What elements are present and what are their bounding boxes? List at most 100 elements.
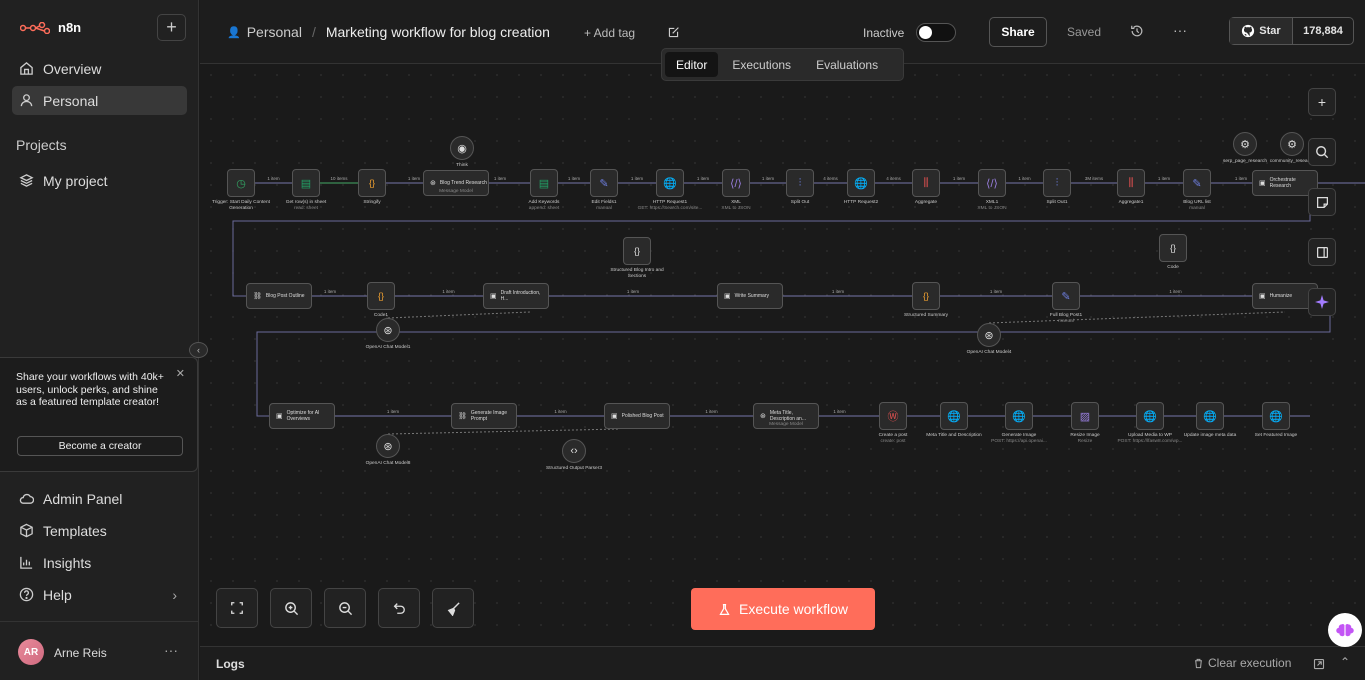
item-count-label: 1 item [1169, 289, 1182, 294]
brain-icon[interactable] [1328, 613, 1362, 647]
workflow-node[interactable]: ‹› [562, 439, 586, 463]
workflow-node[interactable]: ⟨/⟩ [722, 169, 750, 197]
user-menu[interactable]: AR Arne Reis ··· [0, 621, 198, 680]
node-title: Orchestrate Research [1269, 177, 1296, 189]
add-button[interactable]: + [157, 14, 186, 41]
workflow-node[interactable]: {} [623, 237, 651, 265]
workflow-node[interactable]: ▨ [1071, 402, 1099, 430]
logs-panel[interactable]: Logs Clear execution ⌃ [200, 646, 1365, 680]
item-count-label: 1 item [833, 409, 846, 414]
workflow-node[interactable]: ⟨/⟩ [978, 169, 1006, 197]
workflow-canvas[interactable]: 1 item 10 items 1 item 1 item 1 item 1 item 1 … [200, 64, 1365, 646]
view-tabs: Editor Executions Evaluations [661, 48, 904, 81]
workflow-node[interactable]: 🌐 [1196, 402, 1224, 430]
execute-workflow-button[interactable]: Execute workflow [691, 588, 875, 630]
logs-label[interactable]: Logs [216, 657, 245, 671]
workflow-node[interactable]: ⊛ [977, 323, 1001, 347]
node-title: HTTP Request2 [843, 200, 879, 205]
box-icon [20, 523, 33, 538]
add-tag-button[interactable]: + Add tag [584, 26, 635, 40]
more-icon[interactable]: ··· [164, 642, 178, 658]
close-icon[interactable]: ✕ [176, 367, 185, 380]
workflow-node[interactable]: ✎ [1183, 169, 1211, 197]
workflow-node[interactable]: ⚙ [1233, 132, 1257, 156]
workflow-node[interactable]: ⚙ [1280, 132, 1304, 156]
workflow-node[interactable]: ⫶ [786, 169, 814, 197]
workflow-node[interactable]: ▣ Optimize for AI Overviews [269, 403, 335, 429]
clear-execution-label: Clear execution [1208, 656, 1292, 670]
workflow-node[interactable]: ⊛ [376, 318, 400, 342]
panel-toggle-button[interactable] [1308, 238, 1336, 266]
nav-admin-panel[interactable]: Admin Panel [12, 484, 187, 513]
collapse-sidebar-button[interactable]: ‹ [189, 342, 208, 358]
project-my-project[interactable]: My project [12, 166, 187, 195]
node-title: Think [456, 163, 468, 168]
more-options-icon[interactable]: ··· [1173, 22, 1187, 38]
workflow-node[interactable]: {} [1159, 234, 1187, 262]
xml-icon: ⟨/⟩ [986, 177, 998, 190]
breadcrumb-project[interactable]: Personal [247, 24, 302, 40]
workflow-node[interactable]: ⛓ Generate Image Prompt [451, 403, 517, 429]
workflow-node[interactable]: 🌐 [847, 169, 875, 197]
workflow-node[interactable]: ⫼ [1117, 169, 1145, 197]
workflow-node[interactable]: {} [367, 282, 395, 310]
workflow-node[interactable]: 🌐 [940, 402, 968, 430]
search-nodes-button[interactable] [1308, 138, 1336, 166]
pen-icon: ✎ [599, 177, 609, 190]
workflow-node[interactable]: ⊛ [376, 434, 400, 458]
braces-icon: {} [368, 178, 375, 188]
nav-help[interactable]: Help › [12, 580, 187, 609]
workflow-node[interactable]: 🌐 [656, 169, 684, 197]
workflow-node[interactable]: 🌐 [1262, 402, 1290, 430]
workflow-name[interactable]: Marketing workflow for blog creation [326, 24, 550, 40]
workflow-node[interactable]: {} [912, 282, 940, 310]
workflow-node[interactable]: ▣ Write Summary [717, 283, 783, 309]
ai-assistant-button[interactable] [1308, 288, 1336, 316]
brand-logo[interactable]: n8n [20, 20, 81, 35]
fit-view-button[interactable] [216, 588, 258, 628]
braces-icon: {} [377, 291, 384, 301]
tab-evaluations[interactable]: Evaluations [805, 52, 889, 77]
become-creator-button[interactable]: Become a creator [17, 436, 183, 456]
chevron-up-icon[interactable]: ⌃ [1340, 655, 1350, 669]
share-button[interactable]: Share [989, 17, 1047, 47]
sticky-note-button[interactable] [1308, 188, 1336, 216]
workflow-node[interactable]: ▤ [292, 169, 320, 197]
workflow-node[interactable]: 🌐 [1136, 402, 1164, 430]
nav-insights[interactable]: Insights [12, 548, 187, 577]
active-toggle[interactable] [916, 23, 956, 42]
history-icon[interactable] [1130, 24, 1144, 43]
workflow-node[interactable]: ✎ [1052, 282, 1080, 310]
workflow-node[interactable]: ◉ [450, 136, 474, 160]
workflow-node[interactable]: Ⓦ [879, 402, 907, 430]
workflow-node[interactable]: ⫶ [1043, 169, 1071, 197]
workflow-node[interactable]: ▤ [530, 169, 558, 197]
zoom-out-button[interactable] [324, 588, 366, 628]
popout-icon[interactable] [1313, 657, 1325, 675]
edit-description-icon[interactable] [660, 19, 686, 45]
workflow-node[interactable]: ◷ [227, 169, 255, 197]
workflow-node[interactable]: ✎ [590, 169, 618, 197]
add-node-button[interactable]: + [1308, 88, 1336, 116]
loop-connector [232, 195, 1311, 297]
workflow-node[interactable]: ⛓ Blog Post Outline [246, 283, 312, 309]
workflow-node[interactable]: ▣ Draft Introduction, H... [483, 283, 549, 309]
workflow-node[interactable]: ⫼ [912, 169, 940, 197]
tidy-up-button[interactable] [432, 588, 474, 628]
nav-personal[interactable]: Personal [12, 86, 187, 115]
nav-templates[interactable]: Templates [12, 516, 187, 545]
node-title: Meta Title, Description an... [769, 410, 807, 422]
workflow-node[interactable]: 🌐 [1005, 402, 1033, 430]
nav-admin-label: Admin Panel [43, 490, 123, 507]
workflow-node[interactable]: ▣ Polished Blog Post [604, 403, 670, 429]
zoom-in-button[interactable] [270, 588, 312, 628]
node-title: Polished Blog Post [621, 413, 664, 419]
github-star-button[interactable]: Star 178,884 [1229, 17, 1354, 45]
workflow-node[interactable]: {} [358, 169, 386, 197]
tab-editor[interactable]: Editor [665, 52, 719, 77]
clear-execution-button[interactable]: Clear execution [1193, 656, 1291, 670]
undo-button[interactable] [378, 588, 420, 628]
chart-icon [20, 556, 33, 569]
nav-overview[interactable]: Overview [12, 54, 187, 83]
tab-executions[interactable]: Executions [721, 52, 802, 77]
